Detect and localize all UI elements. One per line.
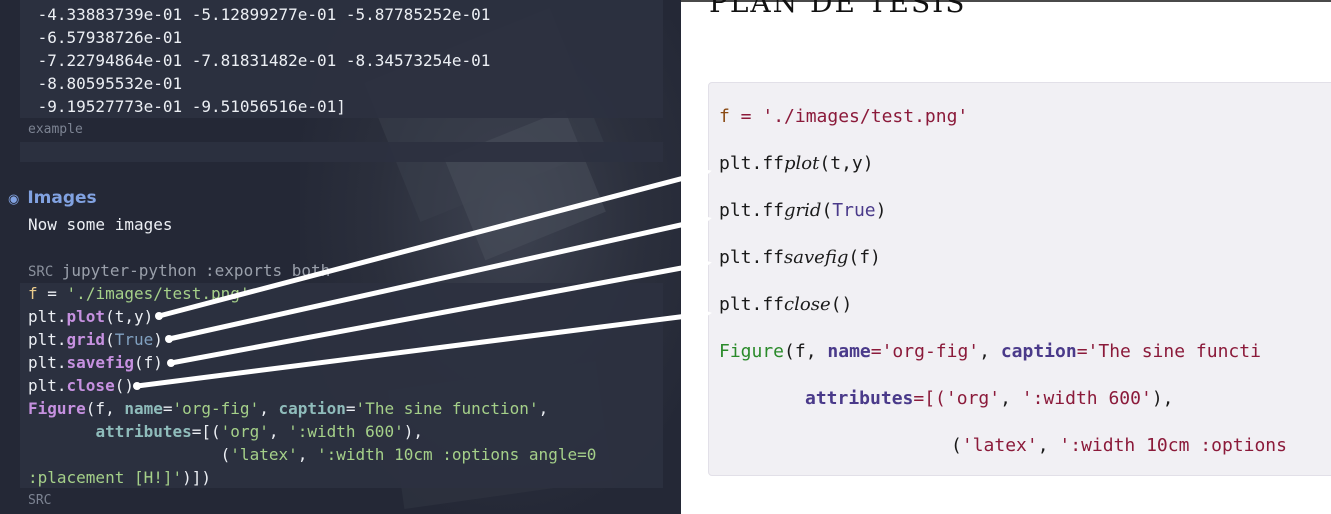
output-line-3: -7.22794864e-01 -7.81831482e-01 -8.34573… — [28, 51, 491, 70]
doc-line-6: Figure(f, name='org-fig', caption='The s… — [719, 341, 1261, 362]
code-line-1[interactable]: f = './images/test.png' — [28, 282, 250, 305]
code-line-4[interactable]: plt.savefig(f) — [28, 351, 163, 374]
section-heading[interactable]: ◉ Images — [8, 188, 97, 208]
heading-bullet-icon: ◉ — [8, 192, 20, 207]
output-line-1: -4.33883739e-01 -5.12899277e-01 -5.87785… — [28, 5, 491, 24]
code-line-5[interactable]: plt.close() — [28, 374, 134, 397]
src-tag: SRC — [28, 264, 54, 280]
empty-block — [20, 142, 663, 162]
output-line-5: -9.19527773e-01 -9.51056516e-01] — [28, 97, 346, 116]
code-line-7[interactable]: attributes=[('org', ':width 600'), — [28, 420, 423, 443]
heading-text: Images — [27, 188, 97, 208]
doc-line-7: attributes=[('org', ':width 600'), — [805, 388, 1174, 409]
doc-line-8: ('latex', ':width 10cm :options — [951, 435, 1287, 456]
output-line-4: -8.80595532e-01 — [28, 74, 183, 93]
doc-line-2: plt.ffplot(t,y) — [719, 153, 874, 174]
paragraph-text: Now some images — [28, 215, 173, 234]
document-title: PLAN DE TESIS — [709, 0, 967, 19]
code-line-9[interactable]: :placement [H!]')]) — [28, 466, 211, 489]
src-args: :exports both — [205, 261, 331, 280]
src-block-header: SRC jupyter-python :exports both — [28, 259, 330, 282]
code-line-6[interactable]: Figure(f, name='org-fig', caption='The s… — [28, 397, 548, 420]
src-language: jupyter-python — [61, 261, 197, 280]
src-block-footer: SRC — [28, 493, 52, 508]
code-line-2[interactable]: plt.plot(t,y) — [28, 305, 153, 328]
doc-line-3: plt.ffgrid(True) — [719, 200, 887, 221]
code-line-8[interactable]: ('latex', ':width 10cm :options angle=0 — [28, 443, 597, 466]
rendered-code-box — [708, 82, 1331, 476]
example-block-label: example — [28, 122, 83, 137]
output-line-2: -6.57938726e-01 — [28, 28, 183, 47]
doc-line-1: f = './images/test.png' — [719, 106, 969, 127]
document-preview: PLAN DE TESIS f = './images/test.png' pl… — [681, 0, 1331, 514]
doc-line-4: plt.ffsavefig(f) — [719, 247, 881, 268]
doc-line-5: plt.ffclose() — [719, 294, 853, 315]
editor-pane[interactable]: -4.33883739e-01 -5.12899277e-01 -5.87785… — [0, 0, 681, 514]
code-line-3[interactable]: plt.grid(True) — [28, 328, 163, 351]
